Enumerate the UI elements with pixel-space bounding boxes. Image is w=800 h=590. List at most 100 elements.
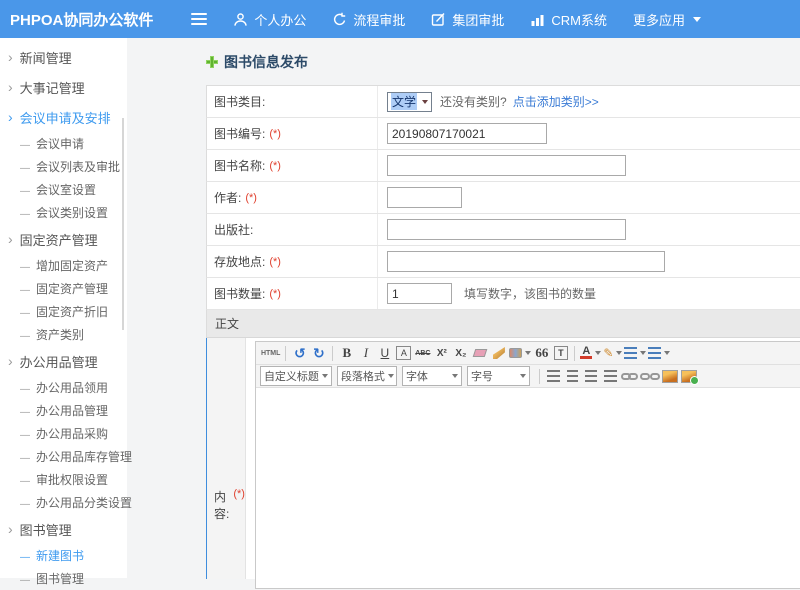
sidebar-item-meeting-room-settings[interactable]: 会议室设置 [0,178,127,201]
strikethrough-button[interactable]: ABC [414,344,431,362]
required-mark: (*) [269,160,281,172]
sidebar-item-fixed-asset-depreciation[interactable]: 固定资产折旧 [0,300,127,323]
category-select[interactable]: 文学 [387,92,432,112]
nav-item-more-apps[interactable]: 更多应用 [633,10,701,29]
sidebar-item-supplies-purchase[interactable]: 办公用品采购 [0,422,127,445]
process-approval-icon [332,12,347,27]
superscript-button[interactable]: X² [433,344,450,362]
required-mark: (*) [245,192,257,204]
sidebar-item-add-fixed-asset[interactable]: 增加固定资产 [0,254,127,277]
dash-icon [20,183,36,197]
hamburger-icon[interactable] [191,13,207,25]
field-label: 存放地点:(*) [207,246,378,277]
editor-content-area[interactable] [256,388,800,588]
sidebar-item-label: 资产类别 [36,326,84,343]
eraser-button[interactable] [471,344,488,362]
dropdown-label: 字体 [406,368,428,384]
caret-down-icon [452,374,458,378]
publisher-input[interactable] [387,219,626,240]
field-label: 图书类目: [207,86,378,117]
sidebar-item-new-book[interactable]: 新建图书 [0,544,127,567]
underline-button[interactable]: U [376,344,393,362]
sidebar-scrollbar[interactable] [122,118,124,330]
paint-format-button[interactable] [509,344,531,362]
sidebar-item-supplies-inventory[interactable]: 办公用品库存管理 [0,445,127,468]
sidebar-item-label: 会议申请及安排 [20,108,111,127]
align-left-button[interactable] [545,367,562,385]
unordered-list-button[interactable] [648,344,670,362]
justify-button[interactable] [602,367,619,385]
field-label: 图书名称:(*) [207,150,378,181]
sidebar-item-book-management[interactable]: 图书管理 [0,514,127,544]
add-category-link[interactable]: 点击添加类别>> [513,93,599,110]
font-color-button[interactable]: A [580,344,601,362]
dropdown-label: 段落格式 [341,368,385,384]
page-title: 图书信息发布 [206,38,800,85]
book-name-input[interactable] [387,155,626,176]
field-label: 出版社: [207,214,378,245]
book-no-input[interactable] [387,123,547,144]
form-row-publisher: 出版社: [206,214,800,246]
caret-down-icon [664,351,670,355]
sidebar-item-supplies-claim[interactable]: 办公用品领用 [0,376,127,399]
caret-down-icon [616,351,622,355]
rich-text-editor: HTML ↺ ↻ B I U A ABC X² X₂ [255,341,800,589]
sidebar-item-events-management[interactable]: 大事记管理 [0,72,127,102]
sidebar-item-supplies-classification[interactable]: 办公用品分类设置 [0,491,127,514]
blockquote-button[interactable]: 66 [533,344,550,362]
sidebar-item-book-manage[interactable]: 图书管理 [0,567,127,590]
insert-link-button[interactable] [621,367,638,385]
html-source-button[interactable]: HTML [261,344,280,362]
paragraph-format-select[interactable]: 段落格式 [337,366,397,386]
sidebar-item-office-supplies[interactable]: 办公用品管理 [0,346,127,376]
sidebar-item-meeting-management[interactable]: 会议申请及安排 [0,102,127,132]
subscript-button[interactable]: X₂ [452,344,469,362]
sidebar-item-approval-permission[interactable]: 审批权限设置 [0,468,127,491]
sidebar-item-label: 大事记管理 [20,78,85,97]
dash-icon [20,259,36,273]
italic-button[interactable]: I [357,344,374,362]
author-input[interactable] [387,187,462,208]
nav-item-crm[interactable]: CRM系统 [530,10,607,29]
undo-button[interactable]: ↺ [291,344,308,362]
sidebar-item-supplies-management[interactable]: 办公用品管理 [0,399,127,422]
ordered-list-button[interactable] [624,344,646,362]
insert-image-button[interactable] [662,367,679,385]
sidebar-item-meeting-category-settings[interactable]: 会议类别设置 [0,201,127,224]
remove-link-button[interactable] [640,367,660,385]
sidebar-item-label: 办公用品采购 [36,425,108,442]
upload-image-button[interactable] [681,367,698,385]
caret-down-icon [693,17,701,22]
sidebar-item-label: 办公用品管理 [20,352,98,371]
dropdown-label: 字号 [471,368,493,384]
add-plus-icon [206,56,218,68]
nav-item-personal-office[interactable]: 个人办公 [233,10,306,29]
clean-format-button[interactable] [490,344,507,362]
align-center-button[interactable] [564,367,581,385]
paste-as-text-button[interactable]: T [554,346,568,360]
sidebar-item-news-management[interactable]: 新闻管理 [0,42,127,72]
align-right-button[interactable] [583,367,600,385]
font-family-select[interactable]: 字体 [402,366,462,386]
highlight-pen-button[interactable]: ✎ [603,344,622,362]
nav-item-process-approval[interactable]: 流程审批 [332,10,405,29]
custom-heading-select[interactable]: 自定义标题 [260,366,332,386]
app-header: PHPOA协同办公软件 个人办公 流程审批 集团审批 CRM系统 更多应用 [0,0,800,38]
quantity-input[interactable] [387,283,452,304]
sidebar-item-label: 固定资产管理 [20,230,98,249]
font-size-select[interactable]: 字号 [467,366,530,386]
nav-label: 个人办公 [254,10,306,29]
sidebar-item-label: 固定资产折旧 [36,303,108,320]
redo-button[interactable]: ↻ [310,344,327,362]
sidebar-item-meeting-list-approval[interactable]: 会议列表及审批 [0,155,127,178]
page-title-text: 图书信息发布 [224,52,308,72]
sidebar-item-fixed-asset-management[interactable]: 固定资产管理 [0,277,127,300]
nav-item-group-approval[interactable]: 集团审批 [431,10,504,29]
location-input[interactable] [387,251,665,272]
sidebar-item-asset-category[interactable]: 资产类别 [0,323,127,346]
sidebar-item-meeting-apply[interactable]: 会议申请 [0,132,127,155]
dash-icon [20,473,36,487]
font-border-button[interactable]: A [396,346,411,360]
bold-button[interactable]: B [338,344,355,362]
sidebar-item-fixed-assets[interactable]: 固定资产管理 [0,224,127,254]
